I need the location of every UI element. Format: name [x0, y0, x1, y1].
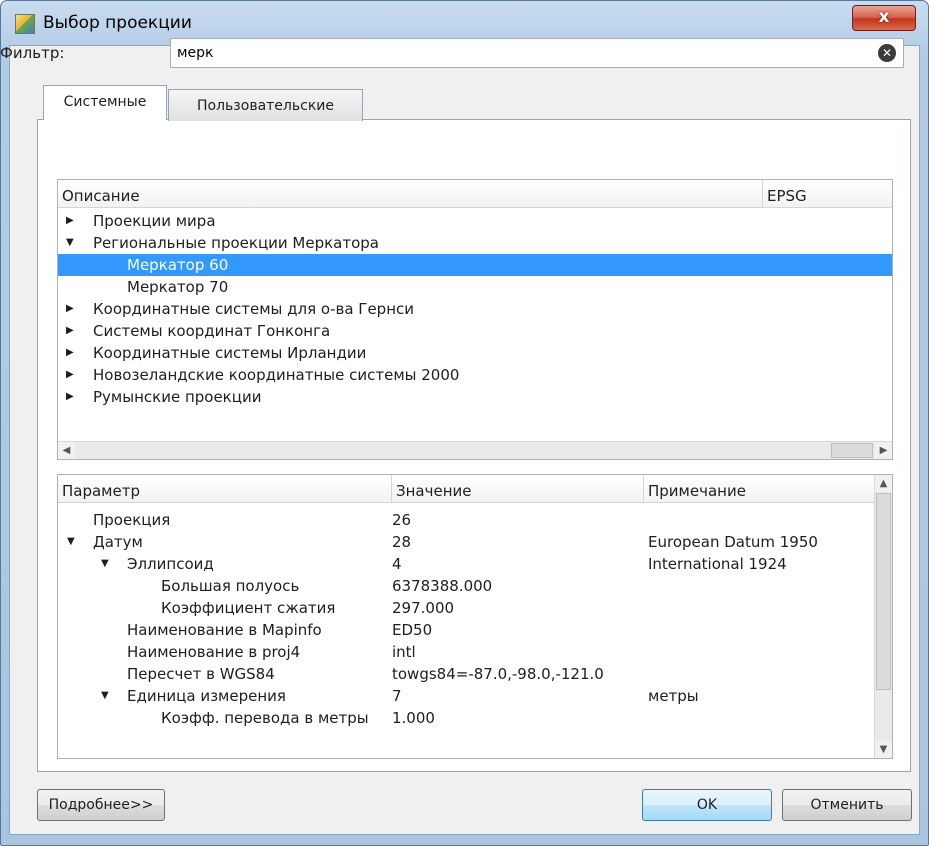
tree-row-label: Меркатор 60 [127, 256, 229, 274]
param-value: 28 [392, 533, 412, 551]
parameters-tree[interactable]: Параметр Значение Примечание Проекция 26 ▼… [57, 474, 893, 759]
tab-system[interactable]: Системные [43, 85, 167, 120]
param-name: Единица измерения [127, 687, 286, 705]
scrollbar-thumb[interactable] [876, 493, 891, 690]
vertical-scrollbar[interactable]: ▲ ▼ [874, 475, 892, 758]
expand-arrow-icon[interactable]: ▶ [66, 210, 74, 232]
cancel-button[interactable]: Отменить [782, 789, 912, 821]
param-note: метры [648, 687, 699, 705]
collapse-arrow-icon[interactable]: ▼ [101, 553, 109, 575]
scroll-down-icon[interactable]: ▼ [875, 741, 892, 758]
expand-arrow-icon[interactable]: ▶ [66, 298, 74, 320]
param-name: Пересчет в WGS84 [127, 665, 275, 683]
param-name: Проекция [93, 511, 171, 529]
param-value: 6378388.000 [392, 577, 493, 595]
param-row[interactable]: Наименование в proj4 intl [58, 641, 875, 663]
tree-row[interactable]: Меркатор 60 [58, 254, 892, 276]
param-row[interactable]: Большая полуось 6378388.000 [58, 575, 875, 597]
param-value: 4 [392, 555, 402, 573]
param-value: 1.000 [392, 709, 435, 727]
window-title: Выбор проекции [43, 13, 192, 33]
param-name: Датум [93, 533, 143, 551]
param-value: ED50 [392, 621, 433, 639]
column-header-epsg[interactable]: EPSG [763, 180, 892, 208]
param-note: European Datum 1950 [648, 533, 818, 551]
tree-row[interactable]: ▶ Новозеландские координатные системы 200… [58, 364, 892, 386]
column-header-note[interactable]: Примечание [644, 475, 876, 503]
param-row[interactable]: ▼ Датум 28 European Datum 1950 [58, 531, 875, 553]
horizontal-scrollbar[interactable]: ◀ ▶ [58, 441, 892, 459]
expand-arrow-icon[interactable]: ▶ [66, 342, 74, 364]
app-icon [15, 14, 35, 34]
tree-row-label: Румынские проекции [93, 388, 262, 406]
projection-tree[interactable]: Описание EPSG ▶ Проекции мира ▼ Региональны… [57, 179, 893, 460]
param-value: intl [392, 643, 416, 661]
scrollbar-thumb[interactable] [831, 443, 873, 458]
clear-filter-icon[interactable]: ✕ [878, 44, 896, 62]
tree-row[interactable]: ▶ Координатные системы для о-ва Гернси [58, 298, 892, 320]
param-value: towgs84=-87.0,-98.0,-121.0 [392, 665, 604, 683]
param-name: Коэффициент сжатия [161, 599, 336, 617]
param-row[interactable]: Коэфф. перевода в метры 1.000 [58, 707, 875, 729]
tree-row[interactable]: ▼ Региональные проекции Меркатора [58, 232, 892, 254]
expand-arrow-icon[interactable]: ▶ [66, 386, 74, 408]
param-name: Наименование в Mapinfo [127, 621, 322, 639]
expand-arrow-icon[interactable]: ▶ [66, 364, 74, 386]
column-header-description[interactable]: Описание [58, 180, 763, 208]
param-row[interactable]: ▼ Эллипсоид 4 International 1924 [58, 553, 875, 575]
param-row[interactable]: Проекция 26 [58, 509, 875, 531]
param-name: Большая полуось [161, 577, 300, 595]
collapse-arrow-icon[interactable]: ▼ [66, 232, 74, 254]
param-value: 7 [392, 687, 402, 705]
expand-arrow-icon[interactable]: ▶ [66, 320, 74, 342]
scroll-right-icon[interactable]: ▶ [875, 442, 892, 459]
collapse-arrow-icon[interactable]: ▼ [67, 531, 75, 553]
filter-label: Фильтр: [0, 44, 65, 62]
scroll-up-icon[interactable]: ▲ [875, 475, 892, 492]
tree-row[interactable]: ▶ Координатные системы Ирландии [58, 342, 892, 364]
tree-row-label: Региональные проекции Меркатора [93, 234, 379, 252]
tree-row-label: Системы координат Гонконга [93, 322, 331, 340]
tree-row-label: Меркатор 70 [127, 278, 229, 296]
param-name: Наименование в proj4 [127, 643, 301, 661]
ok-button[interactable]: OK [642, 789, 772, 821]
param-row[interactable]: ▼ Единица измерения 7 метры [58, 685, 875, 707]
tree-row[interactable]: ▶ Румынские проекции [58, 386, 892, 408]
param-name: Эллипсоид [127, 555, 214, 573]
close-button[interactable]: x [852, 5, 916, 31]
filter-field[interactable]: ✕ [170, 38, 904, 68]
tree-row[interactable]: Меркатор 70 [58, 276, 892, 298]
filter-input[interactable] [177, 39, 837, 67]
scroll-left-icon[interactable]: ◀ [58, 442, 75, 459]
close-icon: x [878, 7, 890, 27]
tree-row-label: Координатные системы Ирландии [93, 344, 367, 362]
param-value: 297.000 [392, 599, 455, 617]
param-note: International 1924 [648, 555, 787, 573]
collapse-arrow-icon[interactable]: ▼ [101, 685, 109, 707]
param-row[interactable]: Пересчет в WGS84 towgs84=-87.0,-98.0,-121… [58, 663, 875, 685]
tree-row-label: Новозеландские координатные системы 2000 [93, 366, 460, 384]
column-header-parameter[interactable]: Параметр [58, 475, 392, 503]
tab-user[interactable]: Пользовательские [168, 89, 363, 121]
param-name: Коэфф. перевода в метры [161, 709, 369, 727]
param-value: 26 [392, 511, 412, 529]
tree-row[interactable]: ▶ Системы координат Гонконга [58, 320, 892, 342]
tree-row-label: Проекции мира [93, 212, 216, 230]
tree-row[interactable]: ▶ Проекции мира [58, 210, 892, 232]
param-row[interactable]: Коэффициент сжатия 297.000 [58, 597, 875, 619]
param-row[interactable]: Наименование в Mapinfo ED50 [58, 619, 875, 641]
tree-row-label: Координатные системы для о-ва Гернси [93, 300, 415, 318]
details-button[interactable]: Подробнее>> [37, 789, 165, 821]
column-header-value[interactable]: Значение [392, 475, 644, 503]
